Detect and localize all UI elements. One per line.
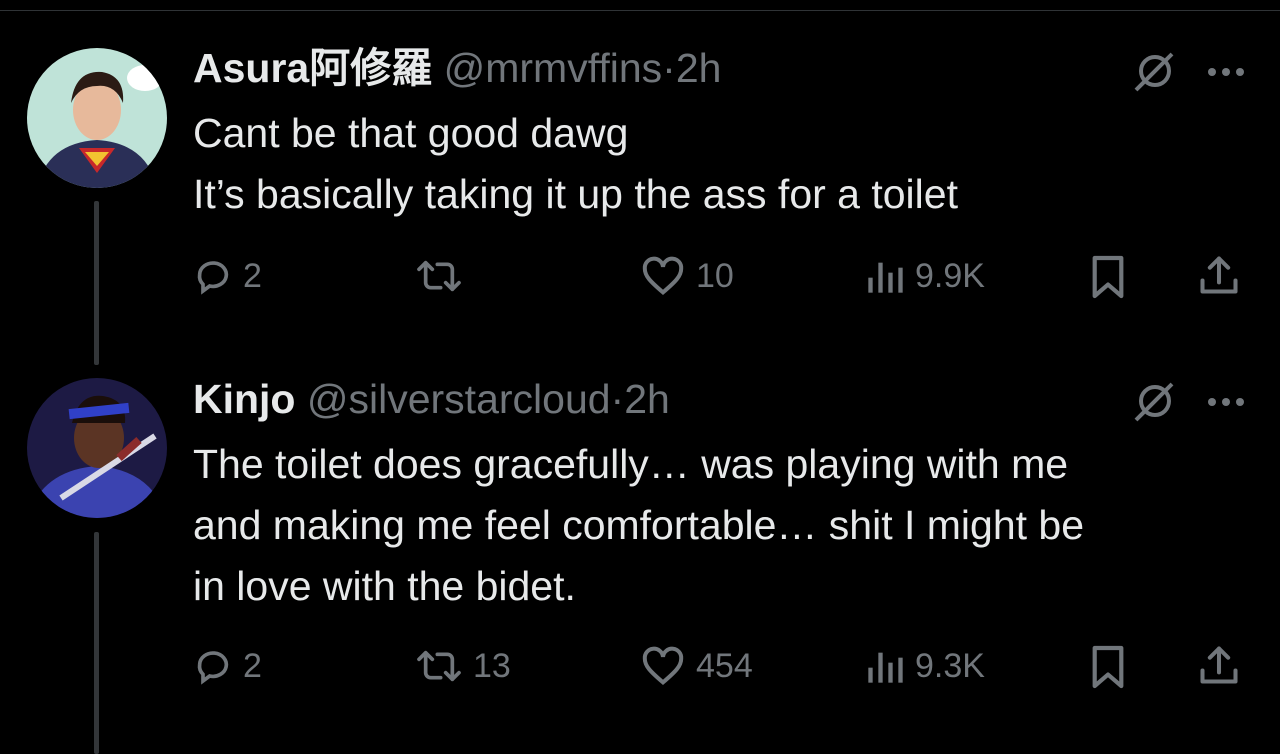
share-button[interactable] [1197, 642, 1241, 688]
tweet-top-icons [1132, 378, 1246, 429]
bookmark-icon [1092, 255, 1124, 299]
thread-line [94, 532, 99, 754]
like-button[interactable]: 454 [640, 646, 753, 686]
views-button[interactable]: 9.3K [865, 646, 985, 686]
tweet-text: The toilet does gracefully… was playing … [193, 434, 1253, 617]
retweet-count: 13 [473, 646, 511, 685]
views-icon [868, 652, 903, 683]
top-divider [0, 10, 1280, 11]
bookmark-icon [1092, 645, 1124, 689]
views-button[interactable]: 9.9K [865, 256, 985, 296]
reply-button[interactable]: 2 [193, 646, 262, 686]
share-icon [1200, 646, 1238, 684]
reply-count: 2 [243, 256, 262, 295]
share-button[interactable] [1197, 252, 1241, 298]
user-handle[interactable]: @mrmvffins [444, 45, 663, 91]
like-count: 10 [696, 256, 734, 295]
view-count: 9.3K [915, 646, 985, 685]
timestamp[interactable]: 2h [676, 45, 722, 91]
tweet-header: Asura阿修羅 @mrmvffins·2h [193, 44, 721, 92]
view-count: 9.9K [915, 256, 985, 295]
retweet-icon [417, 650, 461, 682]
tweet-text-line: in love with the bidet. [193, 563, 576, 609]
more-icon[interactable] [1206, 395, 1246, 413]
separator: · [662, 45, 676, 91]
tweet-text-line: It’s basically taking it up the ass for … [193, 171, 958, 217]
avatar[interactable] [27, 48, 167, 188]
views-icon [868, 262, 903, 293]
reply-button[interactable]: 2 [193, 256, 262, 296]
action-bar: 2 10 9.9K [193, 252, 1253, 300]
share-icon [1200, 256, 1238, 294]
tweet-header: Kinjo @silverstarcloud·2h [193, 375, 670, 423]
user-handle[interactable]: @silverstarcloud [307, 376, 611, 422]
separator: · [610, 376, 625, 422]
timestamp[interactable]: 2h [624, 376, 670, 422]
like-count: 454 [696, 646, 753, 685]
display-name[interactable]: Kinjo [193, 376, 295, 422]
tweet-text-line: Cant be that good dawg [193, 110, 629, 156]
retweet-button[interactable]: 13 [415, 646, 511, 686]
action-bar: 2 13 454 9.3K [193, 642, 1253, 690]
thread-line [94, 201, 99, 365]
reply-count: 2 [243, 646, 262, 685]
like-icon [642, 646, 684, 685]
tweet-top-icons [1132, 48, 1246, 99]
retweet-button[interactable] [415, 256, 473, 296]
retweet-icon [417, 260, 461, 292]
tweet-text-line: The toilet does gracefully… was playing … [193, 441, 1069, 487]
bookmark-button[interactable] [1089, 254, 1127, 300]
like-icon [642, 256, 684, 295]
reply-icon [197, 261, 229, 295]
tweet-text: Cant be that good dawg It’s basically ta… [193, 103, 1253, 225]
grok-icon[interactable] [1132, 378, 1178, 429]
avatar[interactable] [27, 378, 167, 518]
tweet-text-line: and making me feel comfortable… shit I m… [193, 502, 1085, 548]
like-button[interactable]: 10 [640, 256, 734, 296]
display-name[interactable]: Asura阿修羅 [193, 45, 432, 91]
more-icon[interactable] [1206, 65, 1246, 83]
reply-icon [197, 651, 229, 685]
grok-icon[interactable] [1132, 48, 1178, 99]
bookmark-button[interactable] [1089, 644, 1127, 690]
